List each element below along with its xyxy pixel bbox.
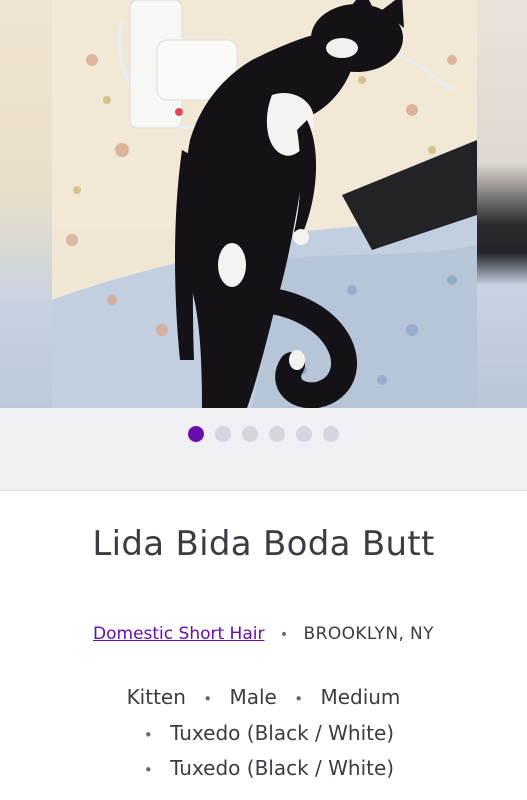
pet-color-row: • Tuxedo (Black / White) (0, 721, 527, 745)
carousel-dot[interactable] (323, 426, 339, 442)
separator-dot: • (279, 627, 289, 643)
pet-attributes-row: Kitten • Male • Medium (0, 685, 527, 709)
photo-carousel[interactable] (0, 0, 527, 408)
previous-photo-peek[interactable] (0, 0, 52, 408)
carousel-dot[interactable] (296, 426, 312, 442)
carousel-dot[interactable] (269, 426, 285, 442)
carousel-dots[interactable] (0, 426, 527, 442)
size-text: Medium (320, 685, 401, 709)
separator-dot: • (203, 690, 213, 708)
color-text: Tuxedo (Black / White) (170, 721, 395, 745)
sex-text: Male (229, 685, 277, 709)
carousel-pagination-bar (0, 408, 527, 491)
age-text: Kitten (126, 685, 186, 709)
pet-photo[interactable] (52, 0, 477, 408)
separator-dot: • (143, 761, 153, 779)
location-text: BROOKLYN, NY (303, 624, 434, 644)
carousel-dot[interactable] (242, 426, 258, 442)
carousel-dot-active[interactable] (188, 426, 204, 442)
color-text: Tuxedo (Black / White) (170, 756, 395, 780)
breed-link[interactable]: Domestic Short Hair (93, 624, 264, 644)
pet-color-row: • Tuxedo (Black / White) (0, 756, 527, 780)
pet-breed-location-row: Domestic Short Hair • BROOKLYN, NY (0, 624, 527, 644)
pet-name-heading: Lida Bida Boda Butt (92, 524, 435, 564)
separator-dot: • (143, 726, 153, 744)
carousel-dot[interactable] (215, 426, 231, 442)
next-photo-peek[interactable] (477, 0, 527, 408)
separator-dot: • (294, 690, 304, 708)
cat-photo-illustration (52, 0, 477, 408)
